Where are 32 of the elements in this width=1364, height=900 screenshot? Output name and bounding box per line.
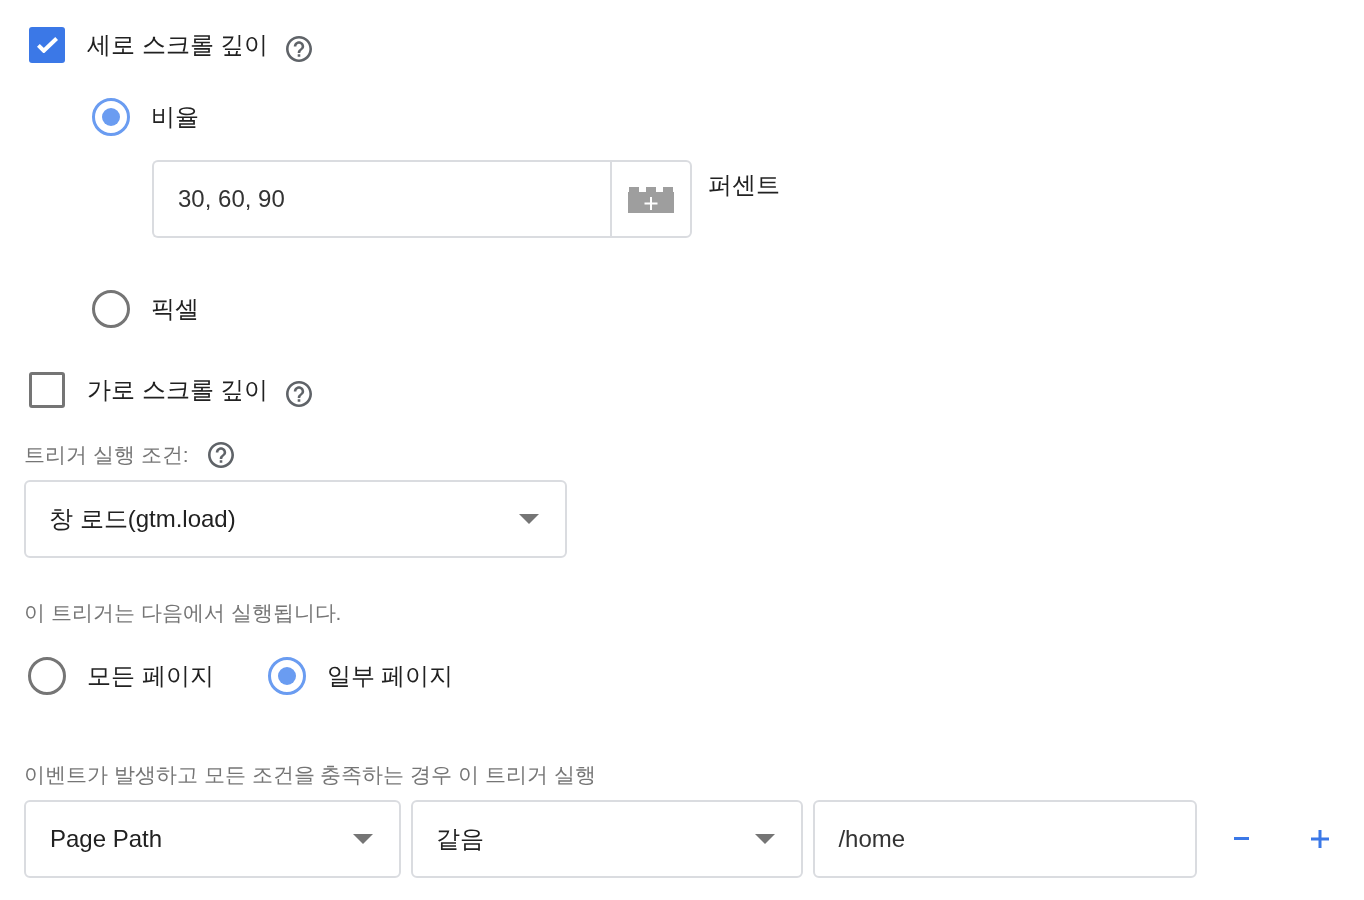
check-icon	[36, 37, 58, 53]
minus-icon	[1233, 836, 1249, 840]
help-icon[interactable]	[207, 442, 234, 468]
checkbox[interactable]	[29, 372, 65, 408]
variable-dropdown[interactable]: Page Path	[24, 800, 401, 878]
unit-label: 퍼센트	[708, 170, 780, 200]
radio-button[interactable]	[28, 657, 66, 695]
caret-icon	[352, 834, 373, 844]
radio-button[interactable]	[267, 657, 306, 695]
radio-label: 모든 페이지	[87, 661, 214, 691]
help-icon[interactable]	[286, 36, 313, 62]
operator-dropdown[interactable]: 같음	[410, 800, 804, 878]
trigger-condition-label: 트리거 실행 조건:	[24, 442, 189, 468]
trigger-event-dropdown[interactable]: 창 로드(gtm.load)	[24, 480, 567, 558]
help-icon[interactable]	[286, 381, 313, 407]
radio-button[interactable]	[92, 98, 130, 136]
caret-icon	[519, 514, 539, 524]
checkbox-label: 세로 스크롤 깊이	[87, 30, 269, 60]
percent-input[interactable]: 30, 60, 90	[152, 160, 610, 238]
checkbox-label: 가로 스크롤 깊이	[87, 375, 269, 405]
plus-icon	[1311, 830, 1329, 848]
conditions-label: 이벤트가 발생하고 모든 조건을 충족하는 경우 이 트리거 실행	[24, 762, 596, 788]
value-input[interactable]: /home	[813, 800, 1198, 878]
caret-icon	[755, 834, 776, 844]
radio-label: 픽셀	[151, 294, 199, 324]
radio-button[interactable]	[92, 290, 130, 328]
radio-label: 비율	[151, 102, 199, 132]
brick-plus-icon	[628, 187, 674, 213]
checkbox[interactable]	[29, 27, 65, 63]
insert-variable-button[interactable]	[610, 160, 692, 238]
radio-label: 일부 페이지	[326, 661, 454, 691]
fires-on-label: 이 트리거는 다음에서 실행됩니다.	[24, 600, 342, 626]
